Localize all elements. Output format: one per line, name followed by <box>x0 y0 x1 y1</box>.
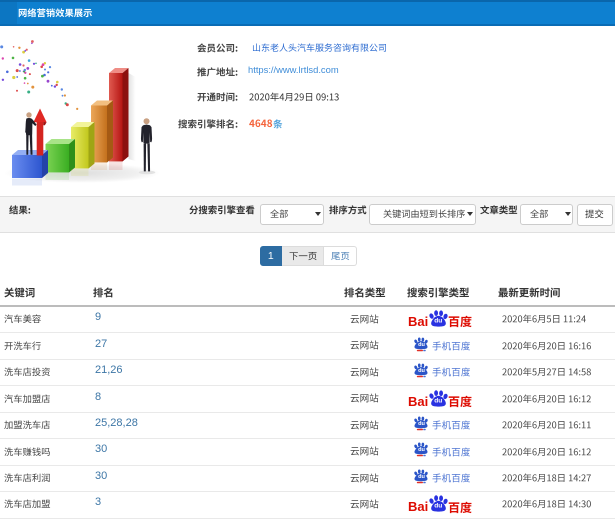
svg-text:du: du <box>418 447 425 453</box>
svg-text:du: du <box>434 318 442 325</box>
svg-text:du: du <box>434 397 442 404</box>
svg-text:du: du <box>418 342 425 348</box>
svg-text:du: du <box>434 503 442 510</box>
svg-text:du: du <box>418 368 425 374</box>
svg-text:du: du <box>418 421 425 427</box>
svg-text:Bai: Bai <box>408 499 428 514</box>
svg-text:Bai: Bai <box>408 314 428 329</box>
svg-text:Bai: Bai <box>408 393 428 408</box>
svg-text:du: du <box>418 474 425 480</box>
